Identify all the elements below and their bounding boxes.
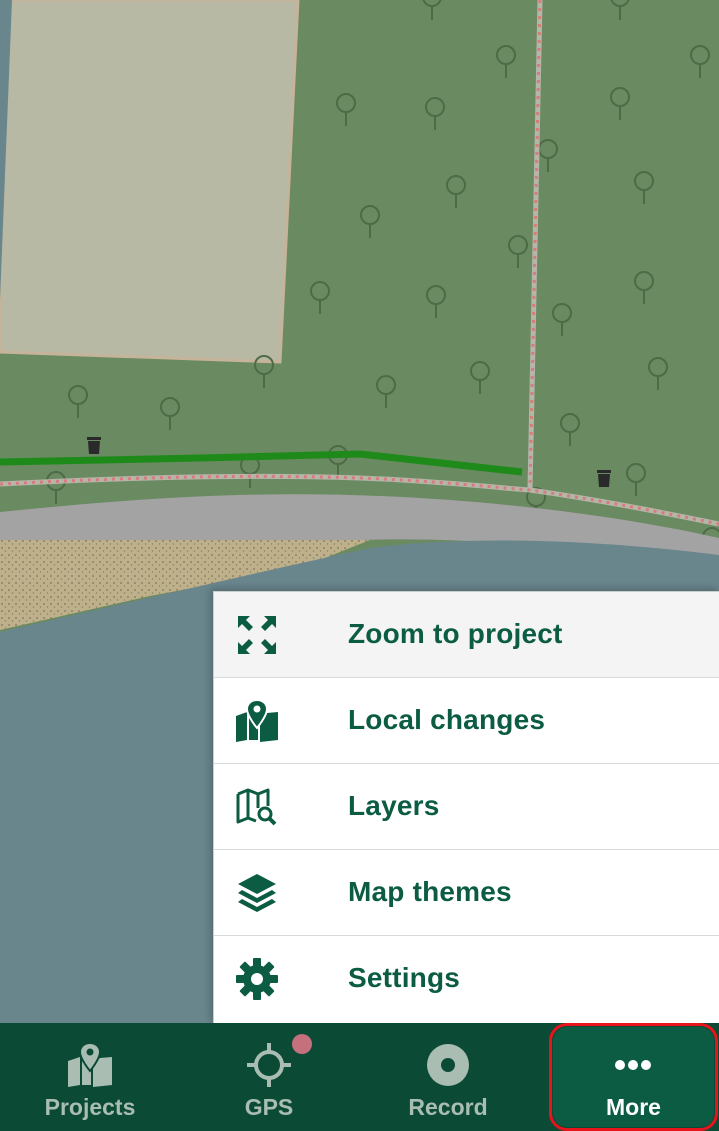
nav-projects-button[interactable]: Projects bbox=[0, 1023, 180, 1131]
waste-basket-icon bbox=[87, 437, 101, 454]
menu-item-zoom-to-project[interactable]: Zoom to project bbox=[214, 592, 719, 678]
menu-item-label: Map themes bbox=[348, 876, 512, 907]
record-icon bbox=[427, 1044, 469, 1086]
projects-icon bbox=[68, 1041, 112, 1087]
menu-item-label: Settings bbox=[348, 962, 461, 993]
nav-more-button[interactable]: More bbox=[549, 1023, 718, 1131]
menu-item-label: Zoom to project bbox=[348, 618, 563, 649]
nav-record-button[interactable]: Record bbox=[358, 1023, 538, 1131]
nav-label: GPS bbox=[244, 1094, 294, 1120]
menu-item-local-changes[interactable]: Local changes bbox=[214, 678, 719, 764]
waste-basket-icon bbox=[597, 470, 611, 487]
more-icon bbox=[615, 1060, 651, 1070]
gps-icon bbox=[247, 1043, 291, 1087]
menu-item-label: Local changes bbox=[348, 704, 546, 735]
menu-item-map-themes[interactable]: Map themes bbox=[214, 850, 719, 936]
menu-item-label: Layers bbox=[348, 790, 440, 821]
bottom-navigation-bar: Projects GPS Record More bbox=[0, 1023, 719, 1131]
nav-gps-button[interactable]: GPS bbox=[179, 1023, 359, 1131]
nav-label: More bbox=[606, 1094, 661, 1120]
gps-status-dot bbox=[292, 1034, 312, 1054]
layers-icon bbox=[236, 788, 277, 826]
menu-item-settings[interactable]: Settings bbox=[214, 936, 719, 1022]
menu-item-layers[interactable]: Layers bbox=[214, 764, 719, 850]
zoom-to-project-icon bbox=[238, 616, 276, 654]
more-menu: Zoom to project Local changes Layers Map… bbox=[213, 591, 719, 1024]
map-themes-icon bbox=[238, 874, 276, 912]
nav-label: Projects bbox=[44, 1094, 136, 1120]
local-changes-icon bbox=[236, 698, 278, 742]
nav-label: Record bbox=[408, 1094, 488, 1120]
settings-icon bbox=[236, 958, 278, 1000]
